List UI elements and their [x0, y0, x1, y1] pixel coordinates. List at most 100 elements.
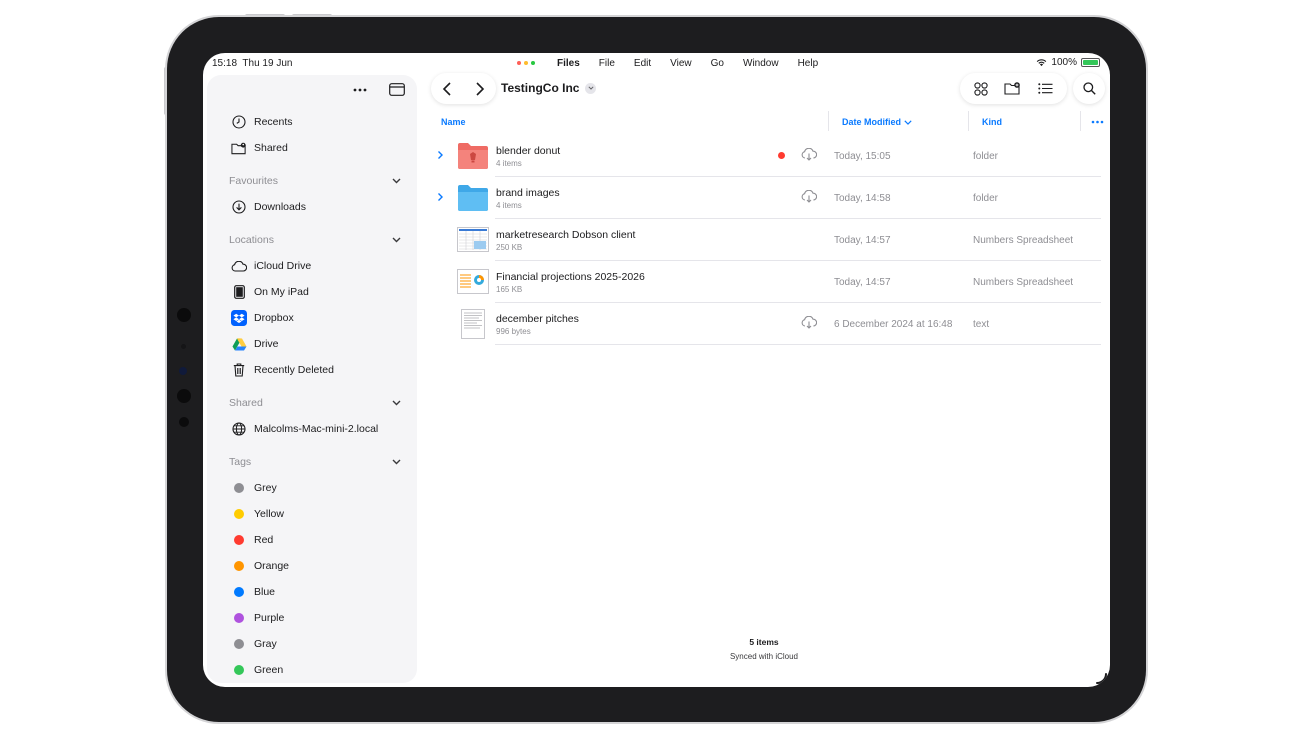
spreadsheet-chart-icon [457, 269, 489, 294]
folder-title-menu[interactable]: TestingCo Inc [501, 81, 597, 95]
google-drive-icon [232, 338, 246, 350]
icloud-icon [231, 260, 247, 272]
tag-label: Blue [254, 586, 276, 598]
sidebar-item-downloads[interactable]: Downloads [231, 197, 306, 217]
menu-view[interactable]: View [670, 58, 692, 69]
column-header-name[interactable]: Name [441, 117, 466, 127]
section-favourites[interactable]: Favourites [229, 173, 401, 189]
cloud-download-icon[interactable] [801, 316, 817, 329]
cloud-download-icon[interactable] [801, 148, 817, 161]
section-shared[interactable]: Shared [229, 395, 401, 411]
table-row[interactable]: Financial projections 2025-2026 165 KB T… [431, 261, 1101, 303]
chevron-down-icon[interactable] [585, 82, 597, 94]
status-time-date: 15:18 Thu 19 Jun [212, 58, 292, 69]
text-document-icon [461, 309, 485, 339]
file-name: december pitches [496, 313, 579, 325]
sidebar-tag-blue[interactable]: Blue [231, 582, 275, 602]
table-row[interactable]: brand images 4 items Today, 14:58 folder [431, 177, 1101, 219]
table-row[interactable]: december pitches 996 bytes 6 December 20… [431, 303, 1101, 345]
file-name: blender donut [496, 145, 561, 157]
file-subtitle: 250 KB [496, 243, 523, 252]
table-row[interactable]: blender donut 4 items Today, 15:05 folde… [431, 135, 1101, 177]
more-icon[interactable] [353, 88, 367, 92]
table-row[interactable]: marketresearch Dobson client 250 KB Toda… [431, 219, 1101, 261]
section-title: Tags [229, 456, 252, 468]
sidebar-item-recents[interactable]: Recents [231, 112, 293, 132]
sidebar-tag-red[interactable]: Red [231, 530, 273, 550]
clock-icon [232, 115, 246, 129]
file-kind: folder [973, 193, 999, 204]
sensor-dot-2 [179, 417, 189, 427]
sidebar-tag-purple[interactable]: Purple [231, 608, 284, 628]
multitasking-dots[interactable] [517, 61, 535, 65]
sidebar-item-on-my-ipad[interactable]: On My iPad [231, 282, 309, 302]
battery-icon [1081, 58, 1100, 67]
sidebar-item-label: iCloud Drive [254, 260, 312, 272]
file-date: Today, 14:58 [834, 193, 891, 204]
back-button[interactable] [442, 81, 452, 96]
globe-icon [232, 422, 246, 436]
sidebar-toggle-icon[interactable] [389, 83, 405, 96]
menu-window[interactable]: Window [743, 58, 779, 69]
chevron-down-icon[interactable] [392, 178, 401, 184]
dropbox-icon [231, 310, 247, 326]
menu-edit[interactable]: Edit [634, 58, 651, 69]
tag-dot-icon [234, 665, 244, 675]
file-kind: text [973, 319, 990, 330]
page-title: TestingCo Inc [501, 81, 580, 95]
file-subtitle: 996 bytes [496, 327, 531, 336]
menu-go[interactable]: Go [711, 58, 724, 69]
forward-button[interactable] [475, 81, 485, 96]
search-button[interactable] [1073, 73, 1105, 104]
menu-help[interactable]: Help [798, 58, 819, 69]
section-title: Shared [229, 397, 263, 409]
tag-dot-icon [234, 509, 244, 519]
status-date: Thu 19 Jun [242, 58, 293, 69]
sidebar-top-icons [353, 83, 405, 96]
sidebar-tag-orange[interactable]: Orange [231, 556, 289, 576]
sidebar-item-recently-deleted[interactable]: Recently Deleted [231, 360, 334, 380]
chevron-right-icon[interactable] [437, 192, 444, 202]
chevron-right-icon[interactable] [437, 150, 444, 160]
trash-icon [233, 363, 245, 377]
column-header-kind[interactable]: Kind [982, 117, 1002, 127]
sidebar-tag-grey[interactable]: Grey [231, 478, 277, 498]
more-columns-icon[interactable] [1091, 120, 1104, 124]
chevron-down-icon[interactable] [392, 237, 401, 243]
new-folder-icon[interactable] [1004, 82, 1021, 95]
chevron-down-icon[interactable] [392, 400, 401, 406]
sidebar-item-dropbox[interactable]: Dropbox [231, 308, 294, 328]
file-name: marketresearch Dobson client [496, 229, 636, 241]
sensor-dot [181, 344, 186, 349]
column-header-date-modified[interactable]: Date Modified [842, 117, 912, 127]
tag-dot-icon [234, 613, 244, 623]
menu-file[interactable]: File [599, 58, 615, 69]
sync-status: Synced with iCloud [729, 652, 799, 661]
group-icon[interactable] [974, 81, 988, 96]
folder-red-icon [458, 143, 488, 169]
sidebar-item-drive[interactable]: Drive [231, 334, 279, 354]
tag-dot-icon [234, 483, 244, 493]
tag-label: Red [254, 534, 274, 546]
chevron-down-icon[interactable] [392, 459, 401, 465]
cloud-download-icon[interactable] [801, 190, 817, 203]
file-name: Financial projections 2025-2026 [496, 271, 645, 283]
sidebar-item-label: Recents [254, 116, 293, 128]
file-date: Today, 14:57 [834, 235, 891, 246]
search-icon [1082, 82, 1096, 95]
sidebar-item-icloud-drive[interactable]: iCloud Drive [231, 256, 311, 276]
section-locations[interactable]: Locations [229, 232, 401, 248]
tag-dot-icon [234, 535, 244, 545]
menu-app-files[interactable]: Files [557, 58, 580, 69]
sidebar-tag-yellow[interactable]: Yellow [231, 504, 284, 524]
section-tags[interactable]: Tags [229, 454, 401, 470]
section-title: Locations [229, 234, 274, 246]
item-count: 5 items [749, 637, 779, 647]
resize-handle-icon[interactable] [1095, 672, 1107, 684]
sidebar-item-mac-mini[interactable]: Malcolms-Mac-mini-2.local [231, 419, 378, 439]
sidebar-item-label: Shared [254, 142, 288, 154]
list-view-icon[interactable] [1038, 83, 1053, 94]
sidebar-item-shared[interactable]: Shared [231, 138, 288, 158]
file-kind: Numbers Spreadsheet [973, 277, 1074, 288]
sidebar-tag-green[interactable]: Green [231, 660, 283, 680]
